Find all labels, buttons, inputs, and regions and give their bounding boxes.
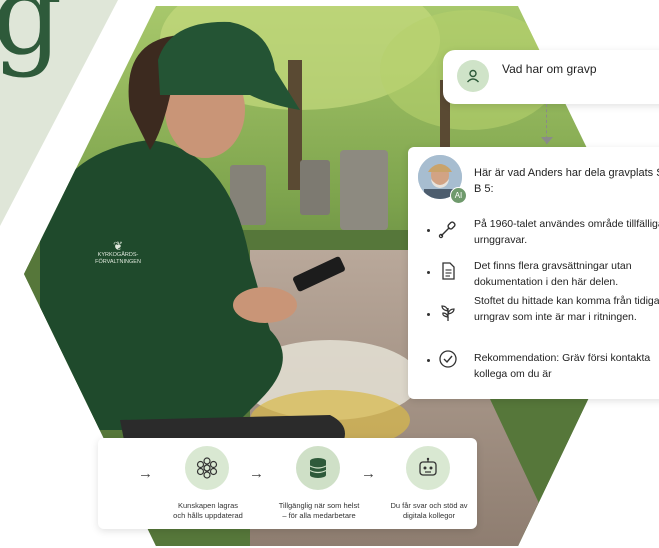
arrow-right-icon: → — [138, 465, 153, 482]
bullet — [427, 359, 430, 362]
question-text: Vad har om gravp — [502, 62, 597, 76]
bullet — [427, 229, 430, 232]
arrow-right-icon: → — [361, 465, 376, 482]
network-flower-icon — [185, 446, 229, 490]
answer-card: AI Här är vad Anders har dela gravplats … — [408, 147, 659, 399]
answer-item-text: Stoftet du hittade kan komma från tidiga… — [474, 295, 659, 323]
bullet — [427, 313, 430, 316]
jacket-logo-icon: ❦ — [112, 239, 124, 253]
process-strip: → Kunskapen lagras och hålls uppdaterad … — [98, 438, 477, 529]
jacket-logo: ❦ KYRKOGÅRDS- FÖRVALTNINGEN — [88, 240, 148, 266]
infographic: g ❦ KYRKOGÅRDS- FÖRVALTNINGEN Vad har om… — [0, 0, 659, 548]
question-bubble: Vad har om gravp — [443, 50, 659, 104]
answer-item-text: Det finns flera gravsättningar utan doku… — [474, 260, 632, 288]
process-step-label: Tillgänglig när som helst – för alla med… — [278, 501, 360, 520]
bullet — [427, 271, 430, 274]
answer-intro: Här är vad Anders har dela gravplats SK … — [474, 167, 659, 195]
answer-item-text: Rekommendation: Gräv försi kontakta koll… — [474, 352, 651, 380]
plant-icon — [438, 303, 458, 323]
user-icon — [457, 60, 489, 92]
document-icon — [438, 261, 458, 281]
check-circle-icon — [438, 349, 458, 369]
ai-badge: AI — [450, 187, 467, 204]
process-step-label: Kunskapen lagras och hålls uppdaterad — [173, 501, 243, 520]
connector-arrow — [541, 137, 553, 144]
process-step-label: Du får svar och stöd av digitala kollego… — [390, 501, 468, 520]
arrow-right-icon: → — [249, 465, 264, 482]
robot-icon — [406, 446, 450, 490]
database-icon — [296, 446, 340, 490]
answer-item-text: På 1960-talet användes område tillfällig… — [474, 218, 659, 246]
shovel-icon — [438, 219, 458, 239]
